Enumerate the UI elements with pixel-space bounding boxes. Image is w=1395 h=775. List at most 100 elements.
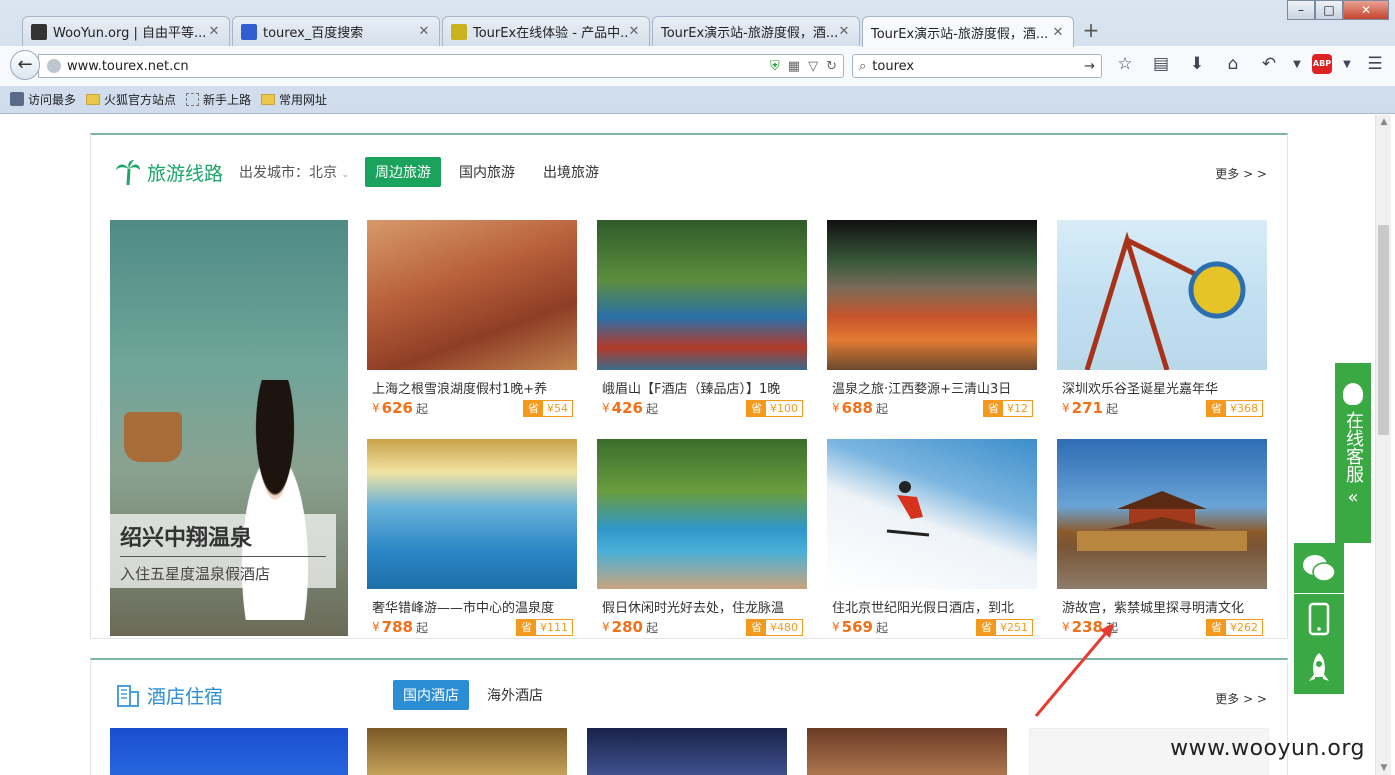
- scroll-down-icon[interactable]: ▼: [1376, 763, 1392, 773]
- product-card[interactable]: 温泉之旅·江西婺源+三清山3日 ¥688 起 省 ¥12: [827, 220, 1037, 418]
- browser-tab-baidu[interactable]: tourex_百度搜索 ✕: [232, 16, 440, 46]
- product-image[interactable]: [367, 439, 577, 589]
- product-title[interactable]: 峨眉山【F酒店（臻品店）】1晚: [602, 378, 802, 397]
- maximize-button[interactable]: □: [1315, 0, 1343, 20]
- menu-icon[interactable]: ☰: [1362, 54, 1388, 74]
- ride-graphic: [1084, 231, 1246, 371]
- online-service-label: 在线客服: [1343, 411, 1364, 483]
- go-arrow-icon[interactable]: →: [1084, 59, 1095, 74]
- reload-icon[interactable]: ↻: [826, 59, 837, 74]
- download-icon[interactable]: ⬇: [1184, 54, 1210, 74]
- bookmark-firefox-site[interactable]: 火狐官方站点: [86, 91, 176, 108]
- search-input[interactable]: tourex: [872, 59, 1084, 74]
- tab-nearby-travel[interactable]: 周边旅游: [365, 157, 442, 187]
- product-image[interactable]: [367, 220, 577, 370]
- address-bar[interactable]: www.tourex.net.cn ⛨ ▦ ▽ ↻: [38, 54, 844, 78]
- home-icon[interactable]: ⌂: [1220, 54, 1246, 74]
- browser-tab-active[interactable]: TourEx演示站-旅游度假，酒... ✕: [862, 16, 1074, 47]
- close-window-button[interactable]: ✕: [1343, 0, 1389, 20]
- hotel-image[interactable]: [367, 728, 567, 775]
- product-image[interactable]: [597, 220, 807, 370]
- bookmark-star-icon[interactable]: ☆: [1112, 54, 1138, 74]
- skier-graphic: [886, 481, 930, 537]
- wechat-button[interactable]: [1294, 543, 1344, 593]
- minimize-button[interactable]: –: [1287, 0, 1315, 20]
- close-tab-icon[interactable]: ✕: [1051, 25, 1065, 40]
- product-title[interactable]: 游故宫，紫禁城里探寻明清文化: [1062, 597, 1262, 616]
- price-from-label: 起: [415, 620, 428, 635]
- back-to-top-button[interactable]: [1294, 644, 1344, 694]
- product-title[interactable]: 假日休闲时光好去处，住龙脉温: [602, 597, 802, 616]
- collapse-arrow-icon[interactable]: «: [1335, 487, 1371, 508]
- close-tab-icon[interactable]: ✕: [837, 24, 851, 39]
- currency-symbol: ¥: [832, 401, 840, 415]
- save-label: 省: [984, 400, 1003, 416]
- scroll-up-icon[interactable]: ▲: [1376, 117, 1392, 127]
- bookmark-common-sites[interactable]: 常用网址: [261, 91, 327, 108]
- web-page: 旅游线路 出发城市：北京 ⌄ 周边旅游 国内旅游 出境旅游 更多 > > 绍兴中…: [0, 115, 1375, 775]
- product-image[interactable]: [1057, 220, 1267, 371]
- product-image[interactable]: [827, 220, 1037, 370]
- close-tab-icon[interactable]: ✕: [417, 24, 431, 39]
- tab-domestic-hotels[interactable]: 国内酒店: [393, 680, 470, 710]
- product-title[interactable]: 深圳欢乐谷圣诞星光嘉年华: [1062, 378, 1262, 397]
- product-card[interactable]: 假日休闲时光好去处，住龙脉温 ¥280 起 省 ¥480: [597, 439, 807, 637]
- product-card[interactable]: 峨眉山【F酒店（臻品店）】1晚 ¥426 起 省 ¥100: [597, 220, 807, 418]
- back-button[interactable]: ←: [10, 50, 40, 80]
- savings-badge: 省 ¥111: [516, 618, 573, 636]
- new-tab-button[interactable]: +: [1080, 20, 1102, 42]
- close-tab-icon[interactable]: ✕: [627, 24, 641, 39]
- adblock-icon[interactable]: ABP: [1312, 54, 1332, 74]
- tab-outbound-travel[interactable]: 出境旅游: [533, 157, 609, 187]
- search-box[interactable]: ⌕ tourex →: [852, 54, 1102, 78]
- browser-tab-wooyun[interactable]: WooYun.org | 自由平等... ✕: [22, 16, 230, 46]
- shield-icon[interactable]: ⛨: [770, 59, 780, 74]
- dropdown-arrow-icon[interactable]: ▽: [808, 59, 818, 74]
- tab-label: WooYun.org | 自由平等...: [53, 26, 207, 41]
- hotel-banner-image[interactable]: [110, 728, 348, 775]
- product-image[interactable]: [1057, 439, 1267, 589]
- savings-badge: 省 ¥262: [1206, 618, 1263, 636]
- mobile-button[interactable]: [1294, 594, 1344, 644]
- bookmark-most-visited[interactable]: 访问最多: [10, 91, 76, 108]
- currency-symbol: ¥: [832, 620, 840, 634]
- browser-tab-tourex-online[interactable]: TourEx在线体验 - 产品中... ✕: [442, 16, 650, 46]
- bookmark-getting-started[interactable]: 新手上路: [186, 91, 251, 108]
- close-tab-icon[interactable]: ✕: [207, 24, 221, 39]
- more-link[interactable]: 更多 > >: [1215, 690, 1267, 707]
- hotel-image[interactable]: [807, 728, 1007, 775]
- more-link[interactable]: 更多 > >: [1215, 165, 1267, 182]
- product-card[interactable]: 游故宫，紫禁城里探寻明清文化 ¥238起 省¥262: [1057, 439, 1267, 637]
- promo-banner[interactable]: 绍兴中翔温泉 入住五星度温泉假酒店: [110, 220, 348, 636]
- product-price: 688: [841, 399, 873, 417]
- product-image[interactable]: [827, 439, 1037, 589]
- tab-domestic-travel[interactable]: 国内旅游: [449, 157, 525, 187]
- tab-overseas-hotels[interactable]: 海外酒店: [477, 680, 553, 710]
- hotel-image[interactable]: [587, 728, 787, 775]
- departure-city-select[interactable]: 出发城市：北京 ⌄: [239, 162, 349, 182]
- product-title[interactable]: 温泉之旅·江西婺源+三清山3日: [832, 378, 1032, 397]
- save-amount: ¥262: [1230, 620, 1258, 634]
- url-text[interactable]: www.tourex.net.cn: [67, 59, 770, 74]
- savings-badge: 省 ¥100: [746, 399, 803, 417]
- product-title[interactable]: 奢华错峰游——市中心的温泉度: [372, 597, 572, 616]
- browser-chrome: WooYun.org | 自由平等... ✕ tourex_百度搜索 ✕ Tou…: [0, 0, 1395, 114]
- product-title[interactable]: 住北京世纪阳光假日酒店，到北: [832, 597, 1032, 616]
- product-card[interactable]: 奢华错峰游——市中心的温泉度 ¥788 起 省 ¥111: [367, 439, 577, 637]
- reading-list-icon[interactable]: ▤: [1148, 54, 1174, 74]
- undo-icon[interactable]: ↶: [1256, 54, 1282, 74]
- banner-title: 绍兴中翔温泉: [120, 520, 326, 557]
- product-card[interactable]: 住北京世纪阳光假日酒店，到北 ¥569 起 省 ¥251: [827, 439, 1037, 637]
- product-card[interactable]: 上海之根雪浪湖度假村1晚+养 ¥626 起 省 ¥54: [367, 220, 577, 418]
- online-service-button[interactable]: 在线客服 «: [1335, 363, 1371, 543]
- browser-tab-tourex-demo[interactable]: TourEx演示站-旅游度假，酒... ✕: [652, 16, 860, 46]
- chevron-down-icon[interactable]: ▼: [1342, 59, 1352, 70]
- product-card[interactable]: 深圳欢乐谷圣诞星光嘉年华 ¥271 起 省 ¥368: [1057, 220, 1267, 418]
- red-arrow-annotation: [1034, 623, 1114, 717]
- qrcode-icon[interactable]: ▦: [788, 59, 800, 74]
- scrollbar-thumb[interactable]: [1378, 225, 1389, 435]
- product-title[interactable]: 上海之根雪浪湖度假村1晚+养: [372, 378, 572, 397]
- product-image[interactable]: [597, 439, 807, 589]
- page-scrollbar[interactable]: ▲ ▼: [1375, 115, 1391, 775]
- chevron-down-icon[interactable]: ▼: [1292, 59, 1302, 70]
